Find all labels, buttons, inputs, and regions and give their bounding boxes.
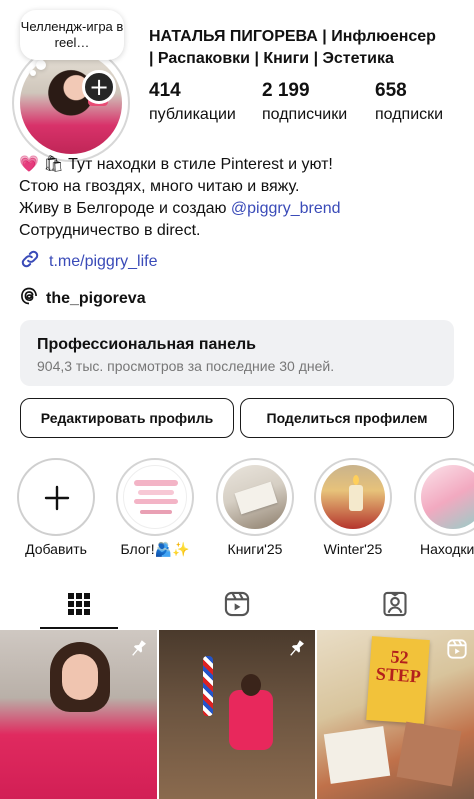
stat-following-value: 658: [375, 80, 407, 101]
grid-icon: [68, 593, 90, 615]
stat-following[interactable]: 658 подписки: [375, 80, 443, 126]
highlight-ring: [216, 458, 294, 536]
bio-link-text: t.me/piggry_life: [49, 252, 158, 270]
tab-reels[interactable]: [158, 580, 316, 628]
edit-profile-button[interactable]: Редактировать профиль: [20, 398, 234, 438]
highlight-label: Добавить: [25, 541, 87, 557]
reel-badge-icon: [446, 638, 468, 665]
highlight-label: Книги'25: [227, 541, 283, 557]
highlight-add-ring: [17, 458, 95, 536]
bio-link[interactable]: t.me/piggry_life: [19, 248, 158, 275]
note-bubble-dot-small: [30, 70, 36, 76]
avatar-image: [20, 52, 122, 154]
bio-line3-text: Живу в Белгороде и создаю: [19, 200, 231, 217]
threads-handle: the_pigoreva: [46, 289, 146, 307]
highlight-label: Winter'25: [323, 541, 383, 557]
grid-post[interactable]: 52 STEP: [317, 630, 474, 799]
highlight-books[interactable]: Книги'25: [216, 458, 294, 557]
plus-icon: +: [88, 73, 110, 101]
highlight-blog[interactable]: Блог!🫂✨: [116, 458, 194, 558]
stat-followers-label: подписчики: [262, 106, 348, 123]
profile-avatar[interactable]: [12, 44, 130, 162]
stat-posts-label: публикации: [149, 106, 236, 123]
active-tab-indicator: [40, 627, 118, 629]
professional-dashboard[interactable]: Профессиональная панель 904,3 тыс. просм…: [20, 320, 454, 386]
bio-line2: Стою на гвоздях, много читаю и вяжу.: [19, 178, 300, 195]
profile-name-line1: НАТАЛЬЯ ПИГОРЕВА | Инфлюенсер: [149, 28, 436, 45]
note-bubble-dot: [36, 60, 46, 70]
tab-grid[interactable]: [0, 580, 158, 628]
bio-line3: Живу в Белгороде и создаю @piggry_brend: [19, 198, 469, 220]
bio-line4: Сотрудничество в direct.: [19, 222, 201, 239]
add-story-button[interactable]: +: [82, 70, 116, 104]
profile-tabs: [0, 580, 474, 628]
profile-name: НАТАЛЬЯ ПИГОРЕВА | Инфлюенсер | Распаков…: [149, 26, 465, 70]
highlight-cover: [421, 465, 474, 529]
tagged-icon: [383, 591, 407, 617]
tab-tagged[interactable]: [316, 580, 474, 628]
pro-panel-subtitle: 904,3 тыс. просмотров за последние 30 дн…: [37, 358, 335, 374]
highlight-ring: [116, 458, 194, 536]
stat-posts[interactable]: 414 публикации: [149, 80, 236, 126]
stat-following-label: подписки: [375, 106, 444, 123]
highlight-add[interactable]: Добавить: [17, 458, 95, 557]
profile-bio: 💗 🛍 Тут находки в стиле Pinterest и уют!…: [19, 154, 469, 242]
grid-post[interactable]: [0, 630, 157, 799]
bio-line1: 💗 🛍 Тут находки в стиле Pinterest и уют!: [19, 156, 333, 173]
highlight-finds[interactable]: Находки: [414, 458, 474, 557]
bio-mention-link[interactable]: @piggry_brend: [231, 200, 341, 217]
highlight-ring: [314, 458, 392, 536]
pin-icon: [285, 638, 307, 665]
reels-icon: [224, 591, 250, 617]
stat-followers[interactable]: 2 199 подписчики: [262, 80, 347, 126]
plus-icon: [44, 485, 70, 511]
pin-icon: [127, 638, 149, 665]
stat-posts-value: 414: [149, 80, 181, 101]
highlight-cover: [223, 465, 287, 529]
pro-panel-title: Профессиональная панель: [37, 336, 256, 353]
link-icon: [19, 248, 41, 275]
highlight-ring: [414, 458, 474, 536]
threads-icon: [19, 286, 39, 311]
grid-post-book-title: 52 STEP: [375, 646, 422, 687]
grid-post[interactable]: [159, 630, 315, 799]
highlight-winter[interactable]: Winter'25: [314, 458, 392, 557]
share-profile-button[interactable]: Поделиться профилем: [240, 398, 454, 438]
highlight-label: Находки: [420, 541, 474, 557]
highlight-cover: [123, 465, 187, 529]
profile-name-line2: | Распаковки | Книги | Эстетика: [149, 50, 394, 67]
profile-note[interactable]: Челлендж-игра в reel…: [20, 10, 124, 60]
stat-followers-value: 2 199: [262, 80, 310, 101]
highlight-cover: [321, 465, 385, 529]
highlight-label: Блог!🫂✨: [120, 541, 190, 557]
threads-link[interactable]: the_pigoreva: [19, 286, 146, 311]
